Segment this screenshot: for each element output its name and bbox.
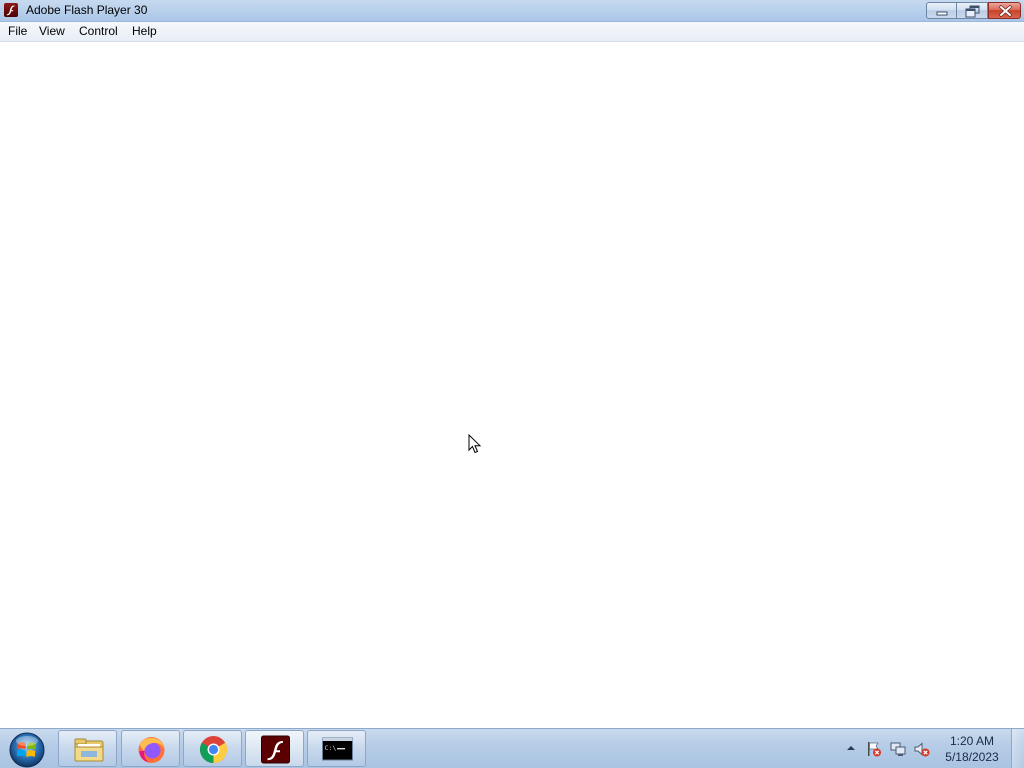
taskbar-firefox-button[interactable]	[121, 730, 180, 767]
minimize-icon	[936, 11, 948, 16]
windows-start-icon	[9, 732, 45, 768]
window-title: Adobe Flash Player 30	[26, 3, 148, 17]
menu-help[interactable]: Help	[131, 24, 158, 39]
show-desktop-button[interactable]	[1011, 729, 1024, 768]
taskbar-cmd-button[interactable]: C:\	[307, 730, 366, 767]
desktop: Adobe Flash Player 30 File View Control …	[0, 0, 1024, 768]
restore-icon	[965, 5, 980, 18]
flash-player-window: Adobe Flash Player 30 File View Control …	[0, 0, 1024, 728]
chrome-icon	[199, 736, 228, 763]
chevron-up-icon[interactable]	[846, 743, 856, 753]
firefox-icon	[138, 737, 165, 763]
taskbar-explorer-button[interactable]	[58, 730, 117, 767]
volume-muted-icon[interactable]	[914, 741, 930, 757]
title-bar[interactable]: Adobe Flash Player 30	[0, 0, 1024, 22]
start-button[interactable]	[6, 730, 48, 768]
taskbar: C:\ 1:20 AM 5/18/2023	[0, 728, 1024, 768]
flash-icon[interactable]	[4, 3, 18, 17]
clock-time: 1:20 AM	[949, 734, 995, 748]
flash-stage[interactable]	[0, 42, 1024, 728]
network-icon[interactable]	[890, 741, 906, 757]
restore-button[interactable]	[957, 2, 988, 19]
close-button[interactable]	[988, 2, 1021, 19]
cmd-icon: C:\	[322, 737, 353, 761]
menu-view[interactable]: View	[38, 24, 66, 39]
menu-file[interactable]: File	[7, 24, 28, 39]
taskbar-chrome-button[interactable]	[183, 730, 242, 767]
flash-icon	[261, 735, 290, 764]
mouse-cursor-icon	[468, 434, 482, 454]
svg-text:C:\: C:\	[325, 744, 337, 752]
clock-date: 5/18/2023	[945, 750, 999, 764]
minimize-button[interactable]	[926, 2, 957, 19]
action-center-flag-icon[interactable]	[866, 741, 882, 757]
menu-control[interactable]: Control	[78, 24, 119, 39]
system-tray: 1:20 AM 5/18/2023	[840, 729, 1024, 768]
close-icon	[999, 5, 1012, 17]
taskbar-clock[interactable]: 1:20 AM 5/18/2023	[940, 733, 1004, 765]
menu-bar: File View Control Help	[0, 22, 1024, 42]
folder-icon	[74, 738, 104, 762]
taskbar-flash-player-button[interactable]	[245, 730, 304, 767]
